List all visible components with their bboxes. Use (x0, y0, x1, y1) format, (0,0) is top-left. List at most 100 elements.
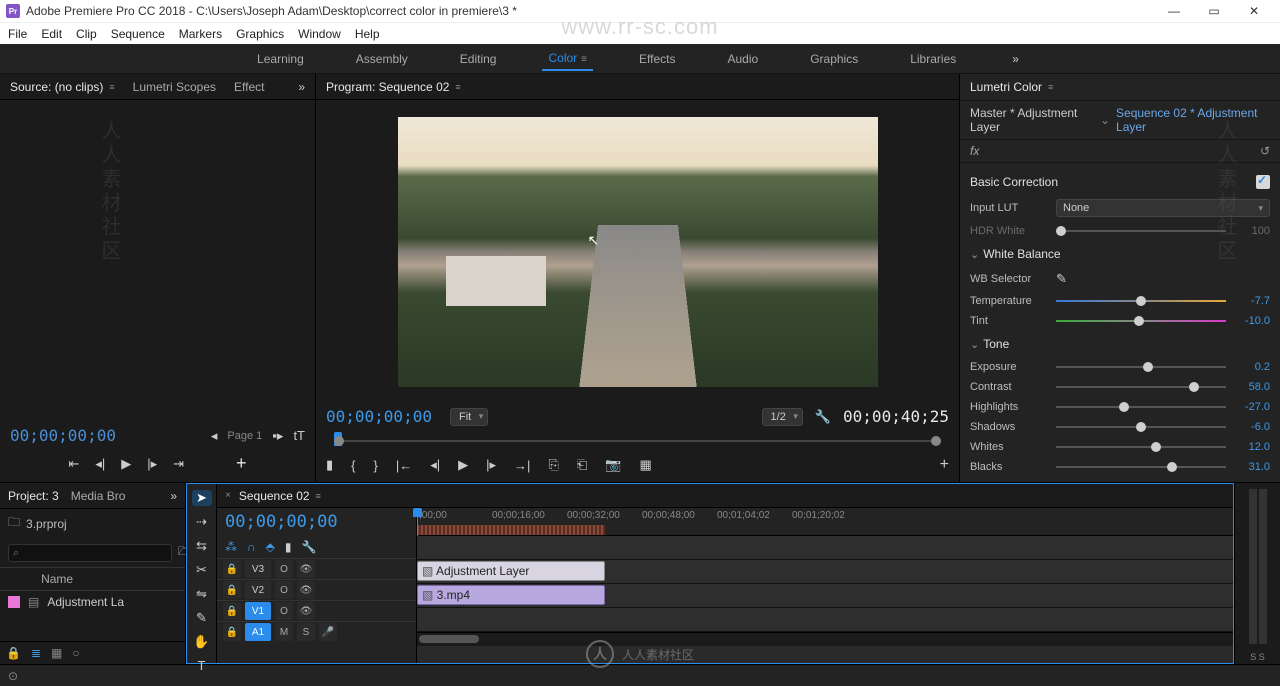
source-tabs-overflow[interactable]: » (298, 80, 305, 94)
workspace-color[interactable]: Color≡ (542, 47, 593, 71)
contrast-value[interactable]: 58.0 (1234, 381, 1270, 393)
tab-program-menu-icon[interactable]: ≡ (455, 82, 460, 92)
tab-source[interactable]: Source: (no clips)≡ (10, 80, 115, 94)
prog-compare[interactable]: ▦ (639, 457, 651, 473)
prog-add-marker[interactable]: ▮ (326, 457, 333, 473)
project-list-view-icon[interactable]: ≣ (31, 646, 41, 660)
menu-graphics[interactable]: Graphics (236, 27, 284, 41)
project-freeform-icon[interactable]: ○ (72, 646, 79, 660)
project-icon-view-icon[interactable]: ▦ (51, 646, 62, 660)
program-settings-icon[interactable]: 🔧 (815, 409, 831, 425)
menu-edit[interactable]: Edit (41, 27, 62, 41)
tab-media-browser[interactable]: Media Bro (71, 489, 126, 503)
menu-markers[interactable]: Markers (179, 27, 222, 41)
program-scrubber[interactable] (326, 432, 949, 452)
source-text-icon[interactable]: tT (293, 428, 305, 443)
project-item-row[interactable]: ▤ Adjustment La (0, 591, 185, 613)
project-tabs-overflow[interactable]: » (170, 489, 177, 503)
source-add-button[interactable]: + (236, 453, 247, 474)
workspace-overflow-button[interactable]: » (1002, 52, 1029, 66)
tint-slider[interactable] (1056, 315, 1226, 327)
basic-correction-toggle[interactable] (1256, 175, 1270, 189)
v1-toggle-output[interactable]: O (275, 602, 293, 620)
project-col-name[interactable]: Name (41, 572, 73, 586)
prog-mark-out[interactable]: } (374, 458, 378, 473)
lumetri-master-label[interactable]: Master * Adjustment Layer (970, 106, 1094, 134)
wb-eyedropper-icon[interactable]: ✎ (1056, 271, 1067, 287)
tab-sequence[interactable]: Sequence 02≡ (239, 489, 321, 503)
tool-ripple[interactable]: ⇆ (192, 538, 212, 554)
timeline-ruler[interactable]: ;00;00 00;00;16;00 00;00;32;00 00;00;48;… (417, 508, 1233, 536)
snap-icon[interactable]: ⁂ (225, 540, 237, 554)
source-prev-page[interactable]: ◂ (211, 428, 218, 444)
window-minimize-button[interactable]: — (1154, 4, 1194, 18)
clip-video[interactable]: ▧ 3.mp4 (417, 585, 605, 605)
section-basic-correction[interactable]: Basic Correction (970, 169, 1270, 195)
section-white-balance[interactable]: White Balance (970, 241, 1270, 267)
v2-eye[interactable]: 👁 (297, 581, 315, 599)
source-step-fwd[interactable]: |▸ (147, 456, 157, 472)
v3-eye[interactable]: 👁 (297, 560, 315, 578)
workspace-graphics[interactable]: Graphics (804, 48, 864, 70)
tab-project[interactable]: Project: 3 (8, 489, 59, 503)
temperature-slider[interactable] (1056, 295, 1226, 307)
prog-mark-in[interactable]: { (351, 458, 355, 473)
v3-toggle-output[interactable]: O (275, 560, 293, 578)
prog-export-frame[interactable]: 📷 (605, 457, 621, 473)
program-zoom-dropdown[interactable]: Fit (450, 408, 488, 426)
lumetri-menu-icon[interactable]: ≡ (1048, 82, 1053, 92)
prog-button-editor[interactable]: + (940, 456, 949, 474)
menu-sequence[interactable]: Sequence (111, 27, 165, 41)
timeline-h-scroll[interactable] (417, 632, 1233, 646)
track-v3[interactable] (417, 536, 1233, 560)
track-v1[interactable]: ▧ 3.mp4 (417, 584, 1233, 608)
lumetri-reset-icon[interactable]: ↺ (1260, 144, 1270, 158)
workspace-effects[interactable]: Effects (633, 48, 681, 70)
a1-voiceover[interactable]: 🎤 (319, 623, 337, 641)
add-marker-tl-icon[interactable]: ⬘ (266, 540, 275, 554)
tool-selection[interactable]: ➤ (192, 490, 212, 506)
prog-step-back[interactable]: ◂| (430, 457, 440, 473)
input-lut-dropdown[interactable]: None (1056, 199, 1270, 217)
source-step-back[interactable]: ◂| (95, 456, 105, 472)
prog-go-out[interactable]: →| (514, 458, 530, 473)
tool-pen[interactable]: ✎ (192, 610, 212, 626)
a1-lock[interactable]: 🔒 (223, 623, 241, 641)
shadows-slider[interactable] (1056, 421, 1226, 433)
exposure-slider[interactable] (1056, 361, 1226, 373)
v2-target[interactable]: V2 (245, 581, 271, 599)
track-a1[interactable] (417, 608, 1233, 632)
exposure-value[interactable]: 0.2 (1234, 361, 1270, 373)
tab-lumetri-color[interactable]: Lumetri Color≡ (970, 80, 1053, 94)
a1-target[interactable]: A1 (245, 623, 271, 641)
workspace-audio[interactable]: Audio (721, 48, 764, 70)
tab-program[interactable]: Program: Sequence 02≡ (326, 80, 461, 94)
clip-adjustment-layer[interactable]: ▧ Adjustment Layer (417, 561, 605, 581)
shadows-value[interactable]: -6.0 (1234, 421, 1270, 433)
v2-lock[interactable]: 🔒 (223, 581, 241, 599)
menu-window[interactable]: Window (298, 27, 341, 41)
prog-lift[interactable]: ⎘ (548, 457, 558, 473)
a1-solo[interactable]: S (297, 623, 315, 641)
blacks-value[interactable]: 31.0 (1234, 461, 1270, 473)
section-tone[interactable]: Tone (970, 331, 1270, 357)
timeline-close-tab[interactable]: × (225, 490, 231, 501)
master-chevron-icon[interactable]: ⌄ (1100, 113, 1110, 127)
workspace-color-menu-icon[interactable]: ≡ (581, 54, 587, 65)
temperature-value[interactable]: -7.7 (1234, 295, 1270, 307)
tl-settings-marker-icon[interactable]: ▮ (285, 540, 292, 554)
menu-file[interactable]: File (8, 27, 27, 41)
menu-clip[interactable]: Clip (76, 27, 97, 41)
program-viewer[interactable]: ↖ (316, 100, 959, 403)
source-play[interactable]: ▶ (121, 456, 131, 472)
v3-target[interactable]: V3 (245, 560, 271, 578)
blacks-slider[interactable] (1056, 461, 1226, 473)
v1-eye[interactable]: 👁 (297, 602, 315, 620)
prog-go-in[interactable]: |← (396, 458, 412, 473)
v3-lock[interactable]: 🔒 (223, 560, 241, 578)
prog-extract[interactable]: ⎗ (577, 457, 587, 473)
project-search-input[interactable] (8, 544, 172, 562)
tool-type[interactable]: T (192, 658, 212, 673)
program-resolution-dropdown[interactable]: 1/2 (762, 408, 803, 426)
window-maximize-button[interactable]: ▭ (1194, 4, 1234, 18)
